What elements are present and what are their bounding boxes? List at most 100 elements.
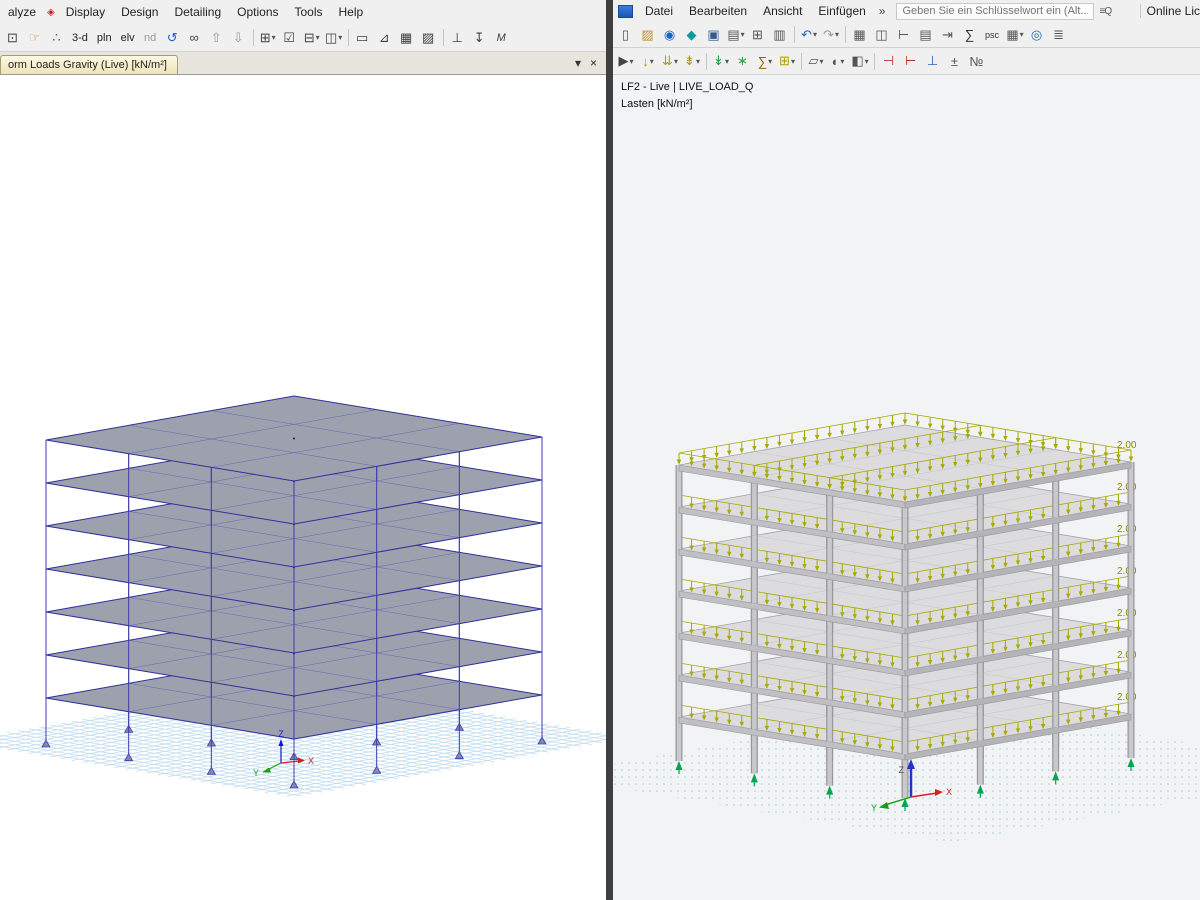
icon-glyph: ▥ [773, 27, 785, 43]
wireframe-building-model: ZXY [0, 75, 606, 900]
report-icon[interactable]: ▤ [915, 24, 937, 46]
render-view-icon[interactable]: ◆ [681, 24, 703, 46]
keyword-search-input[interactable] [896, 3, 1094, 20]
rotate-view-icon[interactable]: ↺ [162, 27, 184, 49]
menu-display[interactable]: Display [58, 1, 113, 23]
ruler-icon[interactable]: ⊢ [893, 24, 915, 46]
moment-display-icon[interactable]: M [491, 27, 513, 49]
snap-target-icon[interactable]: ◎ [1026, 24, 1048, 46]
draw-wall-icon[interactable]: ▨ [418, 27, 440, 49]
numbering-icon[interactable]: № [966, 50, 988, 72]
keyword-options-icon[interactable]: ≡Q [1094, 6, 1116, 17]
new-model-icon[interactable]: ▯ [615, 24, 637, 46]
menu-detailing[interactable]: Detailing [166, 1, 229, 23]
rfem-model-canvas[interactable]: LF2 - Live | LIVE_LOAD_Q Lasten [kN/m²] … [613, 75, 1200, 900]
online-license-label[interactable]: Online Lic [1147, 4, 1200, 18]
dropdown-caret-icon: ▾ [768, 57, 772, 66]
view-cube-icon[interactable]: ◫▾ [323, 27, 345, 49]
assign-load-icon[interactable]: ↧ [469, 27, 491, 49]
generated-load-icon[interactable]: ↡▾ [710, 50, 732, 72]
plus-minus-icon[interactable]: ± [944, 50, 966, 72]
goto-table-icon[interactable]: ⇥ [937, 24, 959, 46]
view-plan-button[interactable]: pln [93, 27, 117, 49]
snap-draw-icon[interactable]: ∴ [46, 27, 68, 49]
icon-glyph: ◧ [851, 53, 863, 69]
view-3d-button[interactable]: 3-d [68, 27, 93, 49]
model-view-tab[interactable]: orm Loads Gravity (Live) [kN/m²] [0, 55, 178, 74]
menu-help[interactable]: Help [331, 1, 372, 23]
visibility-mode-icon[interactable]: ◐▾ [827, 50, 849, 72]
dimension-right-icon[interactable]: ⊢ [900, 50, 922, 72]
clipboard-icon[interactable]: ▥ [769, 24, 791, 46]
dimension-left-icon[interactable]: ⊣ [878, 50, 900, 72]
view-named-button[interactable]: nd [140, 27, 162, 49]
print-graphic-icon[interactable]: ▤▾ [725, 24, 747, 46]
dropdown-caret-icon: ▾ [316, 33, 320, 42]
window-divider[interactable] [606, 0, 613, 900]
load-combination-icon[interactable]: ∑▾ [754, 50, 776, 72]
draw-angle-icon[interactable]: ⊿ [374, 27, 396, 49]
dlubal-data-icon[interactable]: ◉ [659, 24, 681, 46]
menu-bearbeiten[interactable]: Bearbeiten [681, 0, 755, 22]
tab-close-icon[interactable]: × [590, 56, 597, 70]
table-columns-icon[interactable]: ◫ [871, 24, 893, 46]
icon-glyph: ▦ [1006, 27, 1018, 43]
zoom-window-icon[interactable]: ⊡ [2, 27, 24, 49]
clipping-plane-icon[interactable]: ◧▾ [849, 50, 871, 72]
menubar-right-group: Online Lic [1134, 4, 1200, 18]
menu-options[interactable]: Options [229, 1, 286, 23]
draw-rect-icon[interactable]: ▭ [352, 27, 374, 49]
imperfection-icon[interactable]: ∗ [732, 50, 754, 72]
surface-load-icon[interactable]: ⇟▾ [681, 50, 703, 72]
assign-support-icon[interactable]: ⊥ [447, 27, 469, 49]
member-load-icon[interactable]: ⇊▾ [659, 50, 681, 72]
redo-icon[interactable]: ↷▾ [820, 24, 842, 46]
psc-icon[interactable]: psc [981, 24, 1004, 46]
pan-hand-icon[interactable]: ☞ [24, 27, 46, 49]
table-view-icon[interactable]: ▦ [849, 24, 871, 46]
undo-icon[interactable]: ↶▾ [798, 24, 820, 46]
move-down-list-icon[interactable]: ⇩ [228, 27, 250, 49]
dropdown-caret-icon: ▾ [840, 57, 844, 66]
rfem-window: Datei Bearbeiten Ansicht Einfügen » ≡Q O… [613, 0, 1200, 900]
icon-glyph: ↷ [823, 27, 834, 43]
tab-list-dropdown-icon[interactable]: ▾ [575, 56, 581, 70]
display-options-icon[interactable]: ☑ [279, 27, 301, 49]
menu-ansicht[interactable]: Ansicht [755, 0, 810, 22]
dropdown-caret-icon: ▾ [725, 57, 729, 66]
toolbar-separator [348, 29, 349, 46]
menu-einfuegen[interactable]: Einfügen [810, 0, 873, 22]
dropdown-caret-icon: ▾ [835, 30, 839, 39]
menu-analyze[interactable]: alyze [0, 1, 44, 23]
icon-glyph: ◐ [832, 54, 840, 69]
menu-overflow[interactable]: » [874, 0, 891, 22]
etabs-model-canvas[interactable]: ZXY [0, 75, 606, 900]
menu-datei[interactable]: Datei [637, 0, 681, 22]
perspective-toggle-icon[interactable]: ∞ [184, 27, 206, 49]
draw-floor-icon[interactable]: ▦ [396, 27, 418, 49]
menu-design[interactable]: Design [113, 1, 166, 23]
annotation-icon[interactable]: ⊥ [922, 50, 944, 72]
view-elevation-button[interactable]: elv [117, 27, 140, 49]
save-model-icon[interactable]: ▣ [703, 24, 725, 46]
menu-tools[interactable]: Tools [287, 1, 331, 23]
icon-glyph: ▤ [727, 27, 739, 43]
guide-line-icon[interactable]: ▱▾ [805, 50, 827, 72]
icon-glyph: ⊞ [752, 27, 763, 43]
toolbar-separator [794, 26, 795, 43]
grid-options-icon[interactable]: ⊞▾ [257, 27, 279, 49]
icon-glyph: ↡ [713, 53, 724, 69]
calculation-icon[interactable]: ∑ [959, 24, 981, 46]
nodal-load-icon[interactable]: ↓▾ [637, 50, 659, 72]
open-model-icon[interactable]: ▨ [637, 24, 659, 46]
copy-object-icon[interactable]: ⊞ [747, 24, 769, 46]
select-pointer-icon[interactable]: ▶▾ [615, 50, 637, 72]
icon-glyph: ↶ [801, 27, 812, 43]
object-display-icon[interactable]: ⊟▾ [301, 27, 323, 49]
move-up-list-icon[interactable]: ⇧ [206, 27, 228, 49]
icon-glyph: ◉ [664, 27, 675, 43]
new-table-icon[interactable]: ▦▾ [1004, 24, 1026, 46]
dropdown-caret-icon: ▾ [1020, 30, 1024, 39]
new-load-case-icon[interactable]: ⊞▾ [776, 50, 798, 72]
list-view-icon[interactable]: ≣ [1048, 24, 1070, 46]
